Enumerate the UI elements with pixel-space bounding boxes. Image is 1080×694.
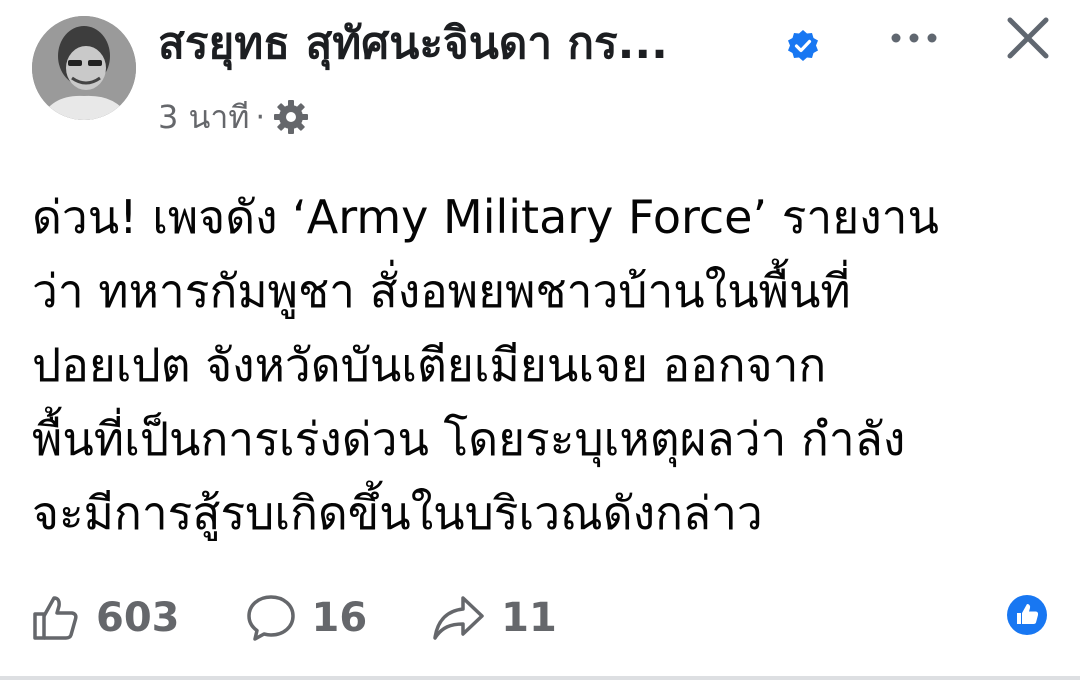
share-arrow-icon [433, 596, 484, 640]
like-count: 603 [96, 595, 180, 641]
more-options-icon[interactable] [884, 18, 944, 58]
share-button[interactable]: 11 [431, 592, 557, 644]
post-text-line: ว่า ทหารกัมพูชา สั่งอพยพชาวบ้านในพื้นที่ [32, 264, 851, 318]
post-body-text: ด่วน! เพจดัง ‘Army Military Force’ รายงา… [32, 180, 1042, 550]
divider [0, 676, 1080, 680]
like-button[interactable]: 603 [30, 592, 180, 644]
author-name[interactable]: สรยุทธ สุทัศนะจินดา กร... [158, 14, 668, 74]
post-meta: 3 นาที · [158, 92, 311, 142]
avatar-photo-icon [32, 16, 136, 120]
comment-count: 16 [311, 595, 368, 641]
share-count: 11 [501, 595, 557, 641]
post-card: สรยุทธ สุทัศนะจินดา กร... 3 นาที · ด่วน!… [0, 0, 1080, 694]
gear-icon[interactable] [271, 97, 311, 137]
post-actions: 603 16 11 [30, 586, 621, 650]
like-reaction-icon[interactable] [1006, 594, 1048, 636]
post-text-line: ปอยเปต จังหวัดบันเตียเมียนเจย ออกจาก [32, 338, 827, 392]
author-avatar[interactable] [32, 16, 136, 120]
post-text-line: พื้นที่เป็นการเร่งด่วน โดยระบุเหตุผลว่า … [32, 412, 906, 466]
comment-bubble-icon [246, 595, 295, 641]
meta-separator: · [255, 99, 266, 135]
post-text-line: ด่วน! เพจดัง ‘Army Military Force’ รายงา… [32, 190, 939, 244]
close-icon[interactable] [1000, 10, 1056, 66]
post-text-line: จะมีการสู้รบเกิดขึ้นในบริเวณดังกล่าว [32, 486, 763, 540]
post-timestamp[interactable]: 3 นาที [158, 92, 249, 143]
thumbs-up-icon [33, 596, 78, 640]
comment-button[interactable]: 16 [244, 592, 368, 644]
verified-badge-icon [788, 30, 818, 61]
